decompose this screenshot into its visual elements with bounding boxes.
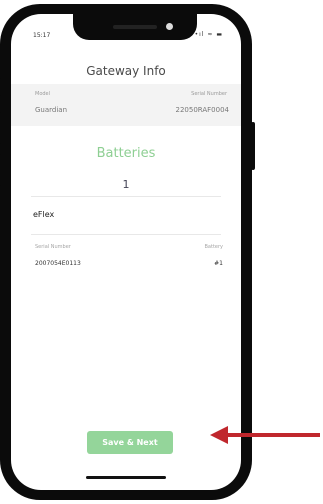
model-value: Guardian — [35, 106, 68, 114]
volume-up-button — [0, 112, 1, 144]
notch — [73, 14, 197, 40]
gateway-info-bar: Model Guardian Serial Number 22050RAF000… — [11, 84, 241, 126]
camera-icon — [166, 23, 173, 30]
status-time: 15:17 — [33, 32, 51, 39]
battery-serial-cell: 2007054E0113 — [35, 260, 81, 267]
divider — [31, 196, 221, 197]
batteries-title: Batteries — [96, 146, 156, 161]
power-button — [251, 122, 255, 170]
battery-count: 1 — [122, 178, 130, 191]
model-label: Model — [35, 91, 51, 97]
pointer-arrow-icon — [210, 426, 320, 444]
battery-type: eFlex — [33, 210, 55, 219]
column-header-serial: Serial Number — [35, 244, 71, 250]
battery-number-cell: #1 — [214, 260, 223, 267]
column-header-battery: Battery — [204, 244, 223, 250]
serial-number-value: 22050RAF0004 — [175, 106, 229, 114]
volume-down-button — [0, 154, 1, 186]
divider — [31, 234, 221, 235]
save-next-button[interactable]: Save & Next — [87, 431, 173, 454]
status-icons: •ıl ≈ ▬ — [194, 31, 223, 38]
speaker-grille — [113, 25, 157, 29]
app-screen: 15:17 •ıl ≈ ▬ Gateway Info Model Guardia… — [11, 14, 241, 490]
serial-number-label: Serial Number — [191, 91, 227, 97]
home-indicator[interactable] — [86, 476, 166, 479]
page-title: Gateway Info — [86, 64, 166, 78]
mute-switch — [0, 78, 1, 96]
